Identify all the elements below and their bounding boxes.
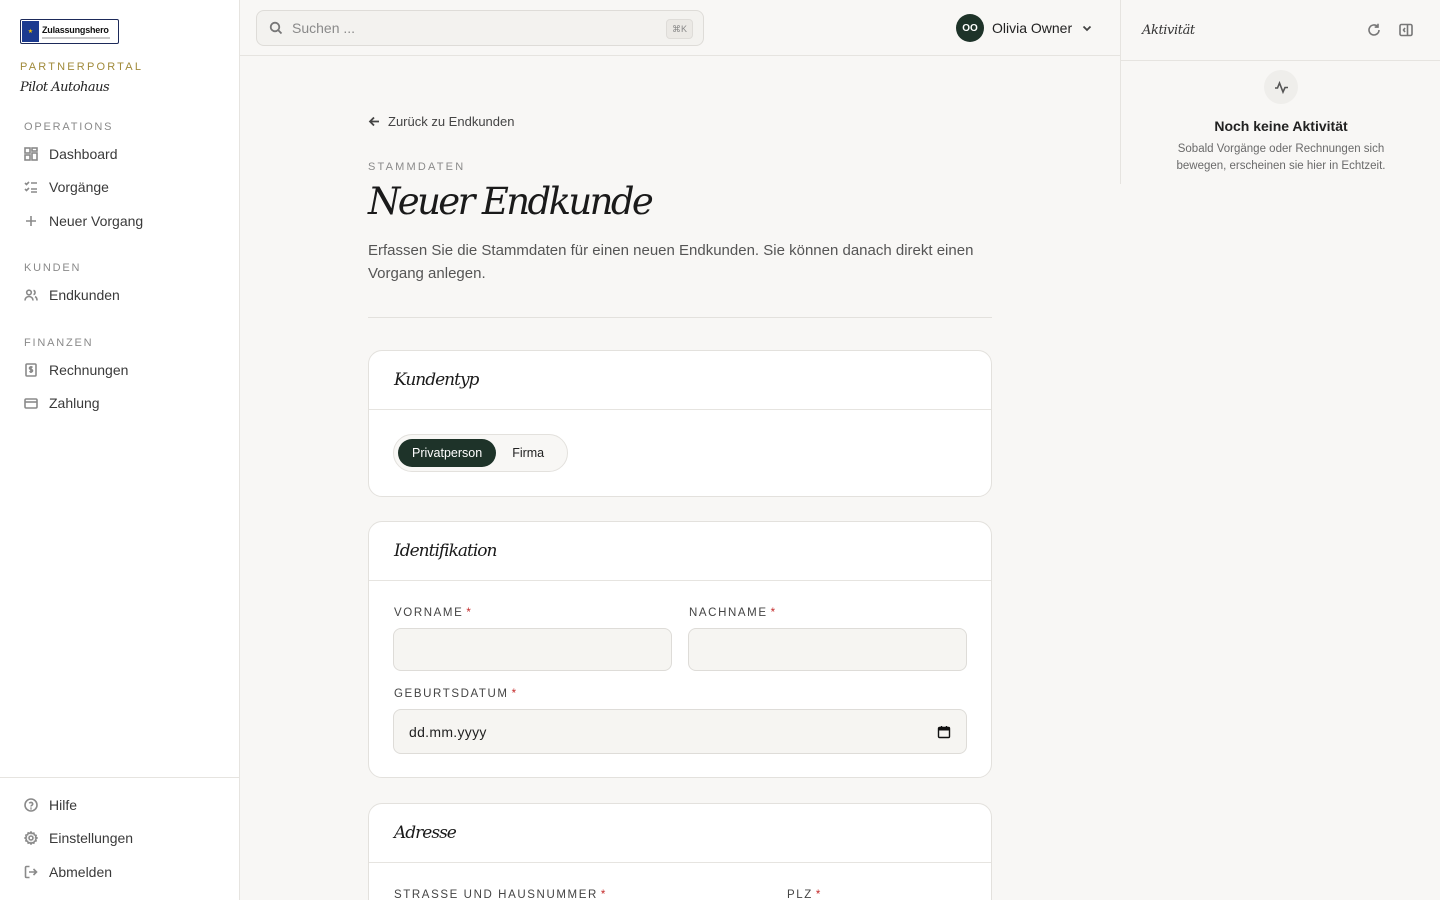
user-name: Olivia Owner — [992, 20, 1073, 36]
arrow-left-icon — [368, 116, 379, 127]
pulse-icon — [1274, 80, 1288, 94]
chevron-down-icon — [1083, 25, 1092, 32]
logo-text: Zulassungshero — [42, 24, 109, 35]
search-shortcut: ⌘K — [665, 19, 693, 39]
required-marker: * — [770, 607, 777, 619]
credit-card-icon — [24, 398, 38, 409]
required-marker: * — [600, 889, 607, 900]
card-identifikation: Identifikation VORNAME * NACHNAME * GEBURT… — [368, 521, 992, 778]
nav-section-operations: OPERATIONS — [24, 121, 114, 133]
dashboard-icon — [24, 147, 38, 161]
sidebar: ★ Zulassungshero PARTNERPORTAL Pilot Aut… — [0, 0, 240, 900]
activity-title: Aktivität — [1142, 22, 1195, 38]
sidebar-item-label: Vorgänge — [49, 179, 109, 195]
activity-empty-title: Noch keine Aktivität — [1214, 118, 1348, 134]
geburtsdatum-label: GEBURTSDATUM * — [394, 688, 518, 700]
page-description: Erfassen Sie die Stammdaten für einen ne… — [368, 242, 974, 282]
sidebar-item-neuer-vorgang[interactable]: Neuer Vorgang — [24, 210, 143, 232]
plus-icon — [26, 216, 36, 226]
option-firma[interactable]: Firma — [496, 439, 563, 467]
sidebar-item-rechnungen[interactable]: Rechnungen — [24, 359, 128, 381]
geburtsdatum-field[interactable]: dd.mm.yyyy — [393, 709, 967, 754]
portal-label: PARTNERPORTAL — [20, 61, 144, 73]
back-link-label: Zurück zu Endkunden — [388, 114, 515, 129]
gear-icon — [24, 831, 38, 845]
collapse-panel-icon[interactable] — [1398, 22, 1414, 38]
card-kundentyp: Kundentyp Privatperson Firma — [368, 350, 992, 497]
sidebar-item-zahlung[interactable]: Zahlung — [24, 392, 100, 414]
sidebar-item-label: Neuer Vorgang — [49, 213, 144, 229]
search-box[interactable]: ⌘K — [256, 10, 704, 46]
card-title: Identifikation — [394, 541, 497, 561]
sidebar-item-vorgaenge[interactable]: Vorgänge — [24, 176, 109, 198]
card-adresse: Adresse STRASSE UND HAUSNUMMER * PLZ * — [368, 803, 992, 900]
vorname-label: VORNAME * — [394, 607, 473, 619]
nav-section-kunden: KUNDEN — [24, 262, 82, 274]
sidebar-item-label: Einstellungen — [49, 830, 134, 846]
option-privatperson[interactable]: Privatperson — [398, 439, 497, 467]
divider — [368, 317, 992, 318]
strasse-label: STRASSE UND HAUSNUMMER * — [394, 889, 607, 900]
nachname-field[interactable] — [688, 628, 967, 671]
checklist-icon — [24, 181, 37, 193]
sidebar-item-einstellungen[interactable]: Einstellungen — [24, 827, 133, 849]
sidebar-item-label: Dashboard — [49, 146, 118, 162]
avatar: OO — [956, 14, 984, 42]
users-icon — [24, 289, 38, 301]
page-title: Neuer Endkunde — [368, 180, 654, 223]
required-marker: * — [511, 688, 518, 700]
sidebar-item-label: Rechnungen — [49, 362, 129, 378]
sidebar-item-label: Endkunden — [49, 287, 120, 303]
customer-type-toggle: Privatperson Firma — [393, 434, 569, 472]
sidebar-item-endkunden[interactable]: Endkunden — [24, 284, 120, 306]
nachname-label: NACHNAME * — [689, 607, 777, 619]
sidebar-item-dashboard[interactable]: Dashboard — [24, 143, 118, 165]
search-input[interactable] — [292, 20, 652, 36]
card-title: Adresse — [394, 823, 457, 843]
date-placeholder: dd.mm.yyyy — [409, 723, 487, 740]
invoice-icon — [25, 363, 37, 377]
user-menu[interactable]: OO Olivia Owner — [956, 14, 1092, 42]
sidebar-item-label: Abmelden — [49, 864, 113, 880]
portal-name: Pilot Autohaus — [20, 80, 110, 95]
refresh-icon[interactable] — [1366, 22, 1382, 38]
top-bar: ⌘K OO Olivia Owner — [240, 0, 1120, 56]
vorname-field[interactable] — [393, 628, 672, 671]
activity-panel: Aktivität Noch keine Aktivität Sobald Vo… — [1120, 0, 1440, 184]
activity-empty-description: Sobald Vorgänge oder Rechnungen sich bew… — [1176, 143, 1386, 172]
required-marker: * — [815, 889, 822, 900]
logout-icon — [24, 865, 38, 879]
nav-section-finanzen: FINANZEN — [24, 337, 94, 349]
back-link[interactable]: Zurück zu Endkunden — [368, 114, 514, 129]
sidebar-item-abmelden[interactable]: Abmelden — [24, 861, 112, 883]
search-icon — [269, 21, 283, 35]
brand-logo[interactable]: ★ Zulassungshero — [20, 19, 119, 44]
card-title: Kundentyp — [394, 370, 479, 390]
help-circle-icon — [24, 798, 38, 812]
plz-label: PLZ * — [787, 889, 822, 900]
activity-empty-icon — [1264, 70, 1298, 104]
page-eyebrow: STAMMDATEN — [368, 161, 466, 173]
sidebar-item-label: Hilfe — [49, 797, 78, 813]
eu-flag-icon: ★ — [22, 21, 39, 42]
sidebar-item-hilfe[interactable]: Hilfe — [24, 794, 77, 816]
sidebar-item-label: Zahlung — [49, 395, 100, 411]
calendar-icon[interactable] — [937, 725, 951, 739]
required-marker: * — [466, 607, 473, 619]
